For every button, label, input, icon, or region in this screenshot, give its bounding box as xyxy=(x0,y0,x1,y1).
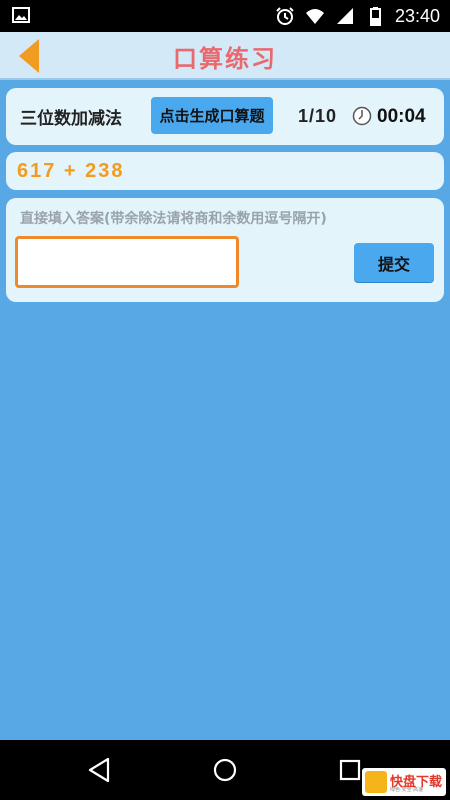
stopwatch-icon xyxy=(352,106,372,126)
mode-label: 三位数加减法 xyxy=(20,109,122,129)
problem-card: 617 + 238 xyxy=(6,152,444,190)
timer: 00:04 xyxy=(377,105,426,127)
watermark-logo-icon xyxy=(365,771,387,793)
home-circle-icon[interactable] xyxy=(209,754,241,786)
page-title: 口算练习 xyxy=(173,44,277,73)
status-time: 23:40 xyxy=(394,5,440,26)
generate-problems-button[interactable]: 点击生成口算题 xyxy=(151,97,273,134)
watermark-logo: 快盘下载 绿色·安全·高速 xyxy=(362,768,446,796)
battery-icon xyxy=(369,7,381,26)
progress-counter: 1/10 xyxy=(298,106,338,126)
signal-icon xyxy=(336,8,353,24)
chevron-left-icon xyxy=(19,39,39,73)
wifi-icon xyxy=(305,9,324,24)
watermark-subtext: 绿色·安全·高速 xyxy=(390,787,424,793)
answer-input[interactable] xyxy=(15,236,239,288)
back-button[interactable] xyxy=(10,37,50,75)
back-triangle-icon[interactable] xyxy=(84,754,116,786)
mode-card: 三位数加减法 点击生成口算题 1/10 00:04 xyxy=(6,88,444,145)
problem-text: 617 + 238 xyxy=(17,159,125,182)
title-bar: 口算练习 xyxy=(0,32,450,80)
answer-card: 直接填入答案(带余除法请将商和余数用逗号隔开) 提交 xyxy=(6,198,444,302)
alarm-icon xyxy=(276,7,294,25)
image-icon xyxy=(12,7,30,23)
answer-hint: 直接填入答案(带余除法请将商和余数用逗号隔开) xyxy=(20,211,327,227)
submit-button[interactable]: 提交 xyxy=(354,243,434,282)
status-bar: 23:40 xyxy=(0,0,450,32)
